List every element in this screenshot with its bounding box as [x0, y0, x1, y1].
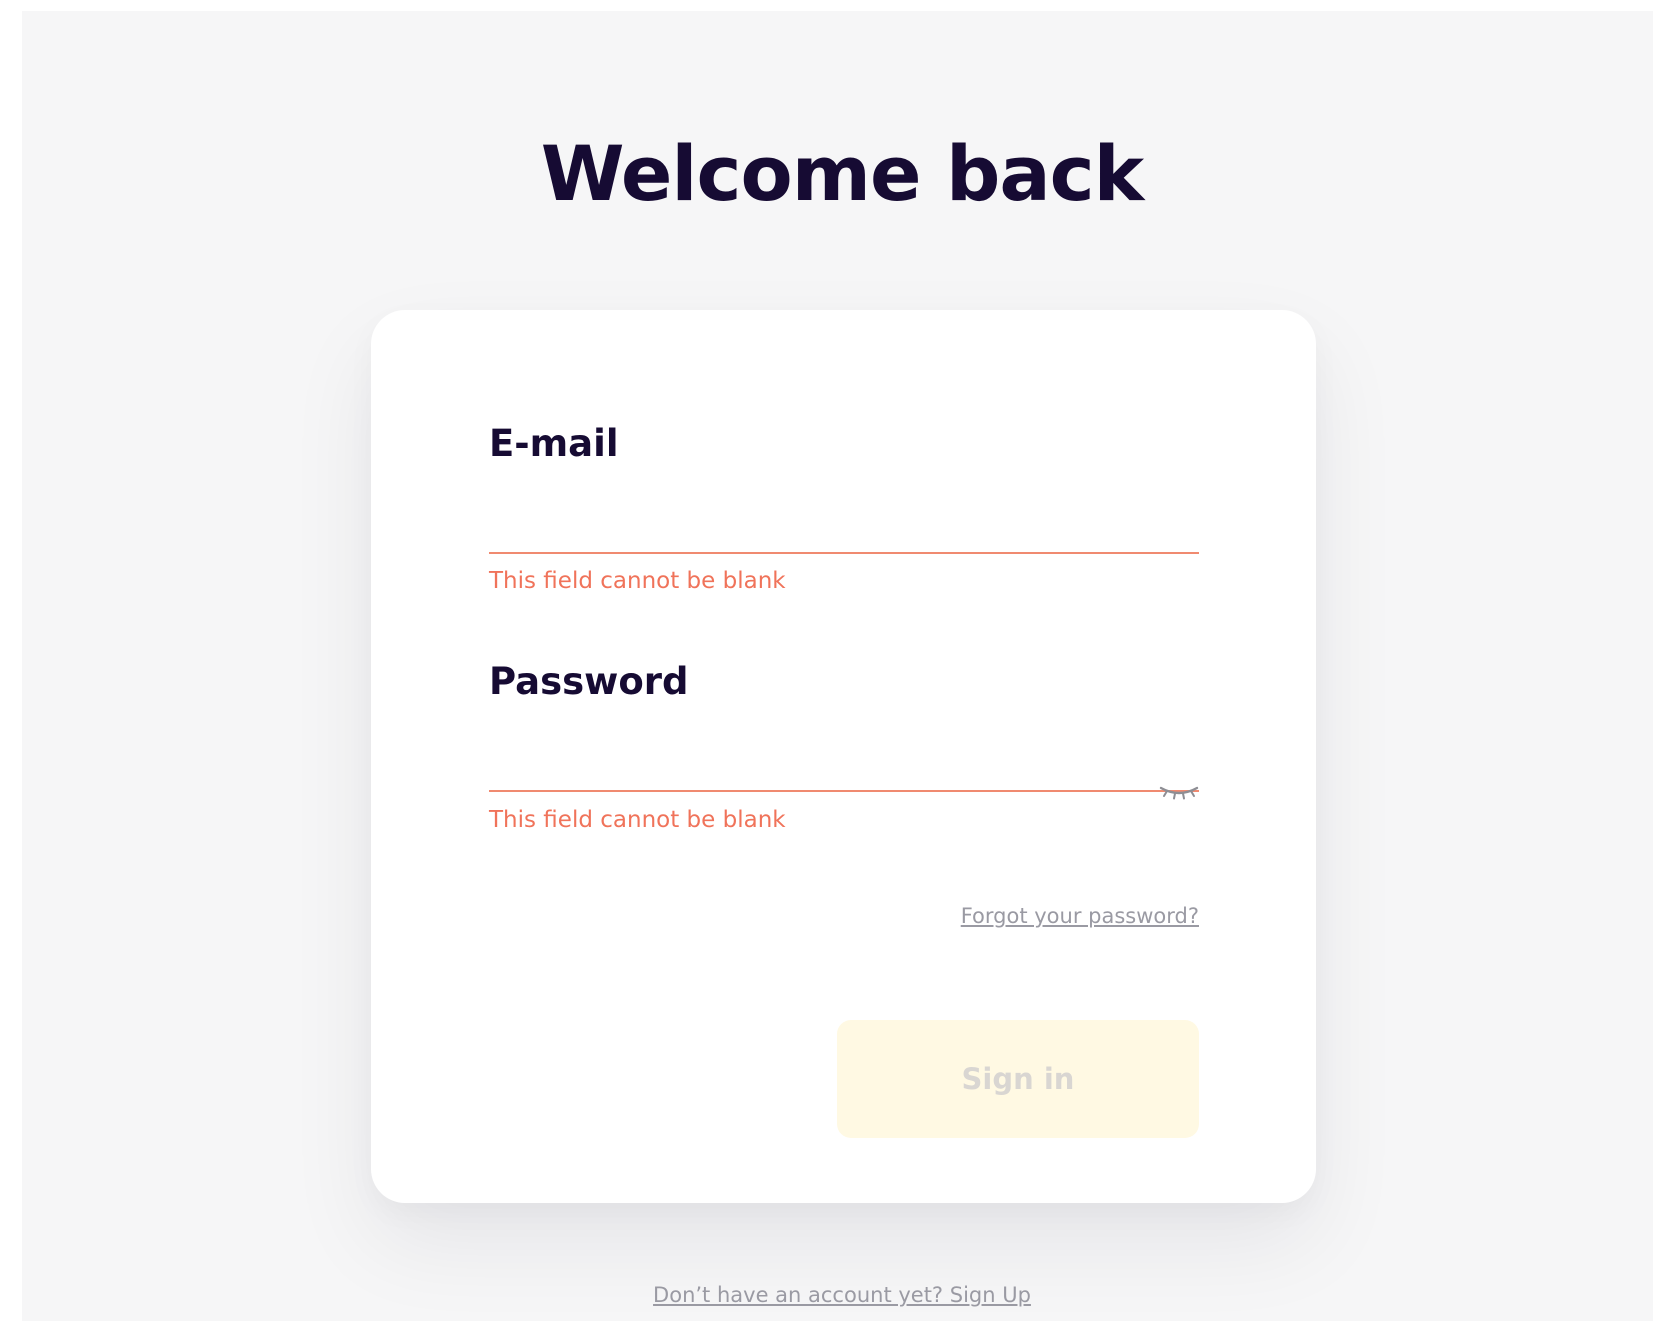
forgot-password-link[interactable]: Forgot your password? — [961, 904, 1199, 928]
password-label: Password — [489, 660, 689, 703]
email-error-message: This field cannot be blank — [489, 568, 786, 594]
eye-closed-icon[interactable] — [1159, 782, 1199, 802]
signup-link[interactable]: Don’t have an account yet? Sign Up — [653, 1283, 1031, 1307]
password-field[interactable] — [489, 738, 1199, 792]
sign-in-button[interactable]: Sign in — [837, 1020, 1199, 1138]
login-page: Welcome back E-mail This field cannot be… — [22, 11, 1653, 1321]
signup-prompt: Don’t have an account yet? Sign Up — [22, 1283, 1653, 1307]
login-card: E-mail This field cannot be blank Passwo… — [371, 310, 1316, 1203]
password-error-message: This field cannot be blank — [489, 807, 786, 833]
email-field[interactable] — [489, 500, 1199, 554]
email-label: E-mail — [489, 422, 619, 465]
page-title: Welcome back — [540, 129, 1144, 218]
